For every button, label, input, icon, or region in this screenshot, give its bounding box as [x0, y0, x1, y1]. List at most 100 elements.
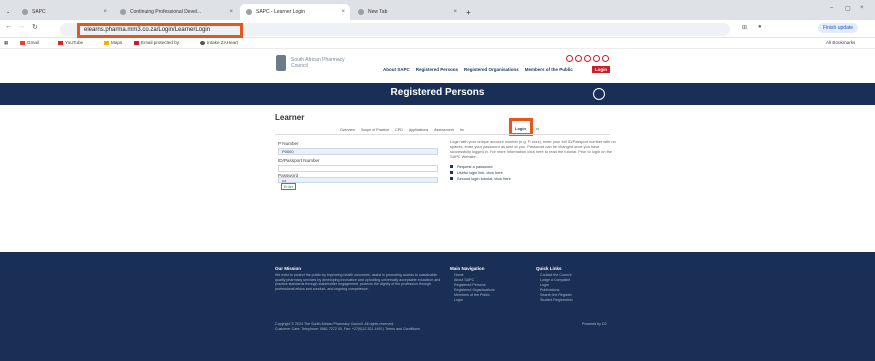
bookmark-email[interactable]: Email protected by — [134, 40, 179, 45]
linkedin-icon[interactable] — [584, 55, 591, 62]
bookmarks-bar: ▦ Gmail YouTube Maps Email protected by … — [0, 38, 875, 49]
link-text: Second login tutorial, click here — [457, 176, 511, 181]
close-icon[interactable]: × — [453, 9, 457, 15]
quick-link-student[interactable]: Student Registration — [540, 298, 573, 302]
bookmark-youtube[interactable]: YouTube — [58, 40, 83, 45]
password-input[interactable]: ••• — [278, 177, 438, 183]
back-icon[interactable]: ← — [5, 23, 12, 30]
tab-label: SAPC - Learner Login — [256, 9, 305, 15]
sapc-logo[interactable] — [276, 55, 286, 71]
tab-cpd[interactable]: CPD — [395, 128, 403, 132]
reload-icon[interactable]: ↻ — [32, 23, 38, 31]
bookmark-label: Intake ZAHeart — [207, 40, 238, 45]
id-passport-input[interactable] — [278, 165, 438, 172]
sub-tab-bar: Overview Scope of Practice CPD Applicati… — [340, 128, 464, 132]
browser-tab-2[interactable]: Continuing Professional Devel... × — [114, 4, 238, 20]
page-banner: Registered Persons — [0, 83, 875, 105]
quick-link-publications[interactable]: Publications — [540, 288, 559, 292]
info-link-useful-login[interactable]: Useful login link, click here — [450, 170, 503, 175]
all-bookmarks[interactable]: All Bookmarks — [826, 40, 855, 45]
social-links — [566, 55, 609, 62]
close-icon[interactable]: × — [341, 9, 345, 15]
quick-links-title: Quick Links — [536, 266, 562, 271]
bookmark-label: Maps — [111, 40, 123, 45]
forward-icon[interactable]: → — [18, 23, 25, 30]
bullet-icon — [450, 165, 453, 169]
footer-nav-about[interactable]: About SAPC — [454, 278, 474, 282]
footer-nav-persons[interactable]: Registered Persons — [454, 283, 486, 287]
instagram-icon[interactable] — [593, 55, 600, 62]
main-nav: About SAPC Registered Persons Registered… — [383, 67, 573, 72]
url-field[interactable]: elearns.pharma.mm3.co.za/Login/LearnerLo… — [77, 23, 243, 38]
footer-nav-public[interactable]: Members of the Public — [454, 293, 490, 297]
footer-nav-login[interactable]: Login — [454, 298, 463, 302]
favicon-icon — [246, 9, 252, 15]
p-number-label: P Number — [278, 141, 299, 146]
bookmark-label: Email protected by — [141, 40, 180, 45]
quick-link-contact[interactable]: Contact the Council — [540, 273, 571, 277]
bookmark-maps[interactable]: Maps — [104, 40, 122, 45]
nav-registered-organisations[interactable]: Registered Organisations — [464, 67, 519, 72]
main-nav-title: Main Navigation — [450, 266, 485, 271]
tab-im[interactable]: Im — [460, 128, 464, 132]
bullet-icon — [450, 177, 453, 181]
close-icon[interactable]: × — [229, 9, 233, 15]
youtube-icon[interactable] — [602, 55, 609, 62]
contact-text[interactable]: Customer Care: Telephone: 0861 7272 00, … — [275, 327, 420, 332]
tab-assessment[interactable]: Assessment — [434, 128, 454, 132]
bullet-icon — [450, 171, 453, 175]
mission-text: We exist to protect the public by improv… — [275, 273, 441, 291]
site-footer — [0, 252, 875, 361]
close-icon[interactable]: × — [103, 9, 107, 15]
facebook-icon[interactable] — [566, 55, 573, 62]
apps-icon[interactable]: ▦ — [4, 40, 8, 46]
new-tab-button[interactable]: + — [464, 4, 476, 20]
nav-about[interactable]: About SAPC — [383, 67, 410, 72]
globe-icon — [200, 40, 205, 45]
mission-title: Our Mission — [275, 266, 302, 271]
browser-tab-3[interactable]: SAPC - Learner Login × — [240, 4, 350, 20]
finish-update-button[interactable]: Finish update — [818, 23, 859, 33]
quick-link-complaint[interactable]: Lodge a Complaint — [540, 278, 570, 282]
gmail-icon — [20, 40, 25, 45]
tab-label: New Tab — [368, 9, 388, 15]
tab-label: SAPC — [32, 9, 46, 15]
bookmark-gmail[interactable]: Gmail — [20, 40, 39, 45]
footer-copyright: Copyright © 2024 The South African Pharm… — [275, 322, 420, 331]
enter-button[interactable]: Enter — [281, 183, 296, 190]
circle-icon — [593, 88, 605, 100]
twitter-icon[interactable] — [575, 55, 582, 62]
favicon-icon — [120, 9, 126, 15]
tab-overview[interactable]: Overview — [340, 128, 355, 132]
id-passport-label: ID/Passport Number — [278, 158, 320, 163]
nav-members-public[interactable]: Members of the Public — [525, 67, 573, 72]
info-link-second-tutorial[interactable]: Second login tutorial, click here — [450, 176, 511, 181]
tab-search-icon[interactable]: ⌄ — [0, 4, 14, 20]
link-text: Useful login link, click here — [457, 170, 503, 175]
info-link-request-password[interactable]: Request a password — [450, 164, 492, 169]
nav-registered-persons[interactable]: Registered Persons — [416, 67, 458, 72]
section-title: Learner — [275, 113, 305, 122]
quick-link-login[interactable]: Login — [540, 283, 549, 287]
tab-trailing[interactable]: nt — [536, 127, 539, 131]
maximize-icon[interactable]: ▢ — [845, 5, 851, 12]
bookmark-intake[interactable]: Intake ZAHeart — [200, 40, 238, 45]
profile-icon[interactable]: ● — [758, 24, 762, 30]
tab-applications[interactable]: Applications — [409, 128, 428, 132]
footer-nav-home[interactable]: Home — [454, 273, 464, 277]
divider — [275, 134, 610, 135]
p-number-input[interactable]: P0000 — [278, 148, 438, 155]
minimize-icon[interactable]: – — [830, 5, 833, 11]
login-instructions: Login with your unique account number (e… — [450, 139, 616, 159]
login-button[interactable]: Login — [592, 66, 610, 73]
close-window-icon[interactable]: × — [860, 5, 864, 11]
org-name: South African Pharmacy Council — [291, 57, 345, 69]
powered-by[interactable]: Powered by D2 — [582, 322, 607, 326]
quick-link-register[interactable]: Search the Register — [540, 293, 572, 297]
link-text: Request a password — [457, 164, 493, 169]
extensions-icon[interactable]: ⊞ — [742, 24, 747, 31]
footer-nav-organisations[interactable]: Registered Organisations — [454, 288, 495, 292]
browser-tab-4[interactable]: New Tab × — [352, 4, 462, 20]
browser-tab-1[interactable]: SAPC × — [16, 4, 112, 20]
tab-scope[interactable]: Scope of Practice — [361, 128, 389, 132]
